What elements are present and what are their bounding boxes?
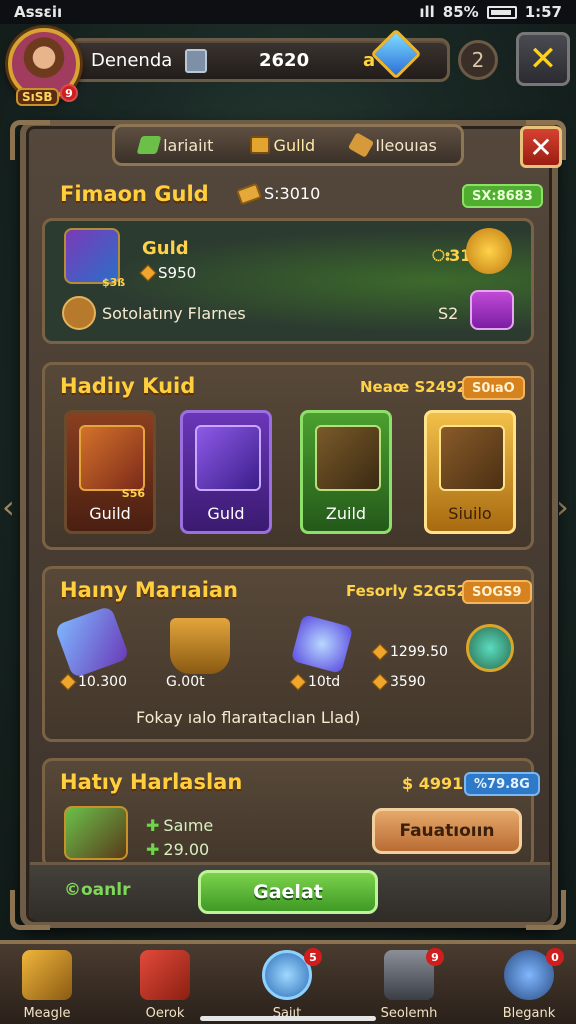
book-icon xyxy=(140,950,190,1000)
nav-badge: 5 xyxy=(304,948,322,966)
tab-ileouias[interactable]: Ileouıas xyxy=(348,132,437,158)
nav-badge: 9 xyxy=(426,948,444,966)
section-badge: SOGS9 xyxy=(462,580,532,604)
detail-line: ✚ Saıme xyxy=(146,816,214,835)
knight-icon xyxy=(64,806,128,860)
close-icon[interactable]: ✕ xyxy=(516,32,570,86)
chevron-right-icon[interactable]: › xyxy=(556,488,574,528)
nav-item[interactable]: Meagle xyxy=(2,948,92,1024)
signal-icon: ıll xyxy=(419,3,435,21)
footer-text: Fokay ıalo flaraıtaclıan Llad) xyxy=(136,708,361,727)
nav-label: Meagle xyxy=(23,1006,71,1021)
plus-icon: ✚ xyxy=(146,840,160,859)
panel-corner-ornament xyxy=(10,120,50,160)
sword-icon xyxy=(348,132,375,158)
guild-card[interactable]: Zuild xyxy=(300,410,392,534)
hammer-icon xyxy=(22,950,72,1000)
item-title: Guld xyxy=(142,238,189,259)
nav-item[interactable]: 0 Blegank xyxy=(484,948,574,1024)
bottom-nav: Meagle Oerok 5 Saiıt 9 Seolemh 0 Blegank xyxy=(0,940,576,1024)
loot-value: 3590 xyxy=(371,673,426,691)
home-indicator[interactable] xyxy=(200,1016,376,1021)
guild-card[interactable]: S56 Guild xyxy=(64,410,156,534)
status-time: 1:57 xyxy=(524,3,562,21)
card-label: Guild xyxy=(89,504,131,523)
leaf-icon xyxy=(136,136,162,154)
item-sub: $3ß xyxy=(102,276,126,289)
status-right: ıll 85% 1:57 xyxy=(419,3,562,21)
section-coins: S:3010 xyxy=(235,182,321,205)
medal-icon xyxy=(62,296,96,330)
helmet-icon xyxy=(439,425,505,491)
chevron-left-icon[interactable]: ‹ xyxy=(2,488,20,528)
player-header: Denenda 2620 a SıSB 9 2 ✕ xyxy=(0,24,576,106)
detail-line: ✚ 29.00 xyxy=(146,840,210,859)
status-bar: Assɛiı ıll 85% 1:57 xyxy=(0,0,576,24)
coin-icon xyxy=(289,673,307,691)
secondary-button[interactable]: Fauatıoıın xyxy=(372,808,522,854)
axe-icon xyxy=(79,425,145,491)
section-title: Hatıy Harlaslan xyxy=(60,770,243,794)
card-label: Zuild xyxy=(325,504,367,523)
loot-value: 10.300 xyxy=(59,673,127,691)
guild-card[interactable]: Siuilo xyxy=(424,410,516,534)
section-meta: Fesorly S2G528 xyxy=(346,582,478,600)
battery-icon xyxy=(486,5,517,19)
status-carrier: Assɛiı xyxy=(14,3,63,21)
tab-label: Ileouıas xyxy=(375,135,437,155)
card-number: S56 xyxy=(121,487,145,500)
panel-close-button[interactable]: ✕ xyxy=(520,126,562,168)
flag-icon xyxy=(185,49,207,73)
spear-icon xyxy=(195,425,261,491)
coins-value: S:3010 xyxy=(264,184,321,203)
tab-label: Gulld xyxy=(273,135,316,155)
anvil-icon[interactable] xyxy=(170,618,230,674)
section-badge: S0ıaO xyxy=(462,376,525,400)
loot-value: G.00t xyxy=(166,674,205,690)
section-title: Fimaon Guld xyxy=(60,182,209,206)
coin-icon xyxy=(59,673,77,691)
nav-label: Seolemh xyxy=(380,1006,438,1021)
tab-label: lariaiıt xyxy=(163,135,214,155)
tab-lariaiit[interactable]: lariaiıt xyxy=(136,135,214,155)
notification-badge: 9 xyxy=(60,84,78,102)
section-title: Hadiıy Kuid xyxy=(60,374,196,398)
nav-item[interactable]: 5 Saiıt xyxy=(242,948,332,1024)
token-button[interactable]: 2 xyxy=(458,40,498,80)
guild-card[interactable]: Guld xyxy=(180,410,272,534)
section-meta: Neaœ S24925 xyxy=(360,378,478,396)
player-score: 2620 xyxy=(259,50,310,71)
section-badge: SX:8683 xyxy=(462,184,543,208)
section-badge: %79.8G xyxy=(464,772,540,796)
cost-label: ©oanlr xyxy=(64,880,131,900)
battery-percent: 85% xyxy=(442,3,479,21)
helmet-icon xyxy=(315,425,381,491)
item-value: S950 xyxy=(139,264,196,282)
nav-label: Blegank xyxy=(502,1006,556,1021)
primary-button[interactable]: Gaelat xyxy=(198,870,378,914)
player-level: SıSB xyxy=(16,88,59,106)
card-label: Siuilo xyxy=(448,504,492,523)
loot-value: 1299.50 xyxy=(371,643,448,661)
footer-text: Sotolatıny Flarnes xyxy=(102,304,246,323)
right-value: S2 xyxy=(438,304,459,323)
player-name: Denenda xyxy=(91,50,173,71)
tab-guild[interactable]: Gulld xyxy=(249,135,316,155)
tab-bar: lariaiıt Gulld Ileouıas xyxy=(112,124,464,166)
section-title: Haıny Marıaian xyxy=(60,578,239,602)
amulet-icon[interactable] xyxy=(466,624,514,672)
coin-icon xyxy=(139,264,157,282)
card-label: Guld xyxy=(207,504,245,523)
nav-item[interactable]: 9 Seolemh xyxy=(364,948,454,1024)
shield-icon xyxy=(249,136,270,154)
chest-icon xyxy=(470,290,514,330)
nav-label: Oerok xyxy=(145,1006,185,1021)
coin-icon xyxy=(371,673,389,691)
loot-value: 10td xyxy=(289,673,340,691)
nav-item[interactable]: Oerok xyxy=(120,948,210,1024)
plus-icon: ✚ xyxy=(146,816,160,835)
nav-badge: 0 xyxy=(546,948,564,966)
coin-icon xyxy=(371,643,389,661)
gold-bar-icon xyxy=(235,182,263,205)
